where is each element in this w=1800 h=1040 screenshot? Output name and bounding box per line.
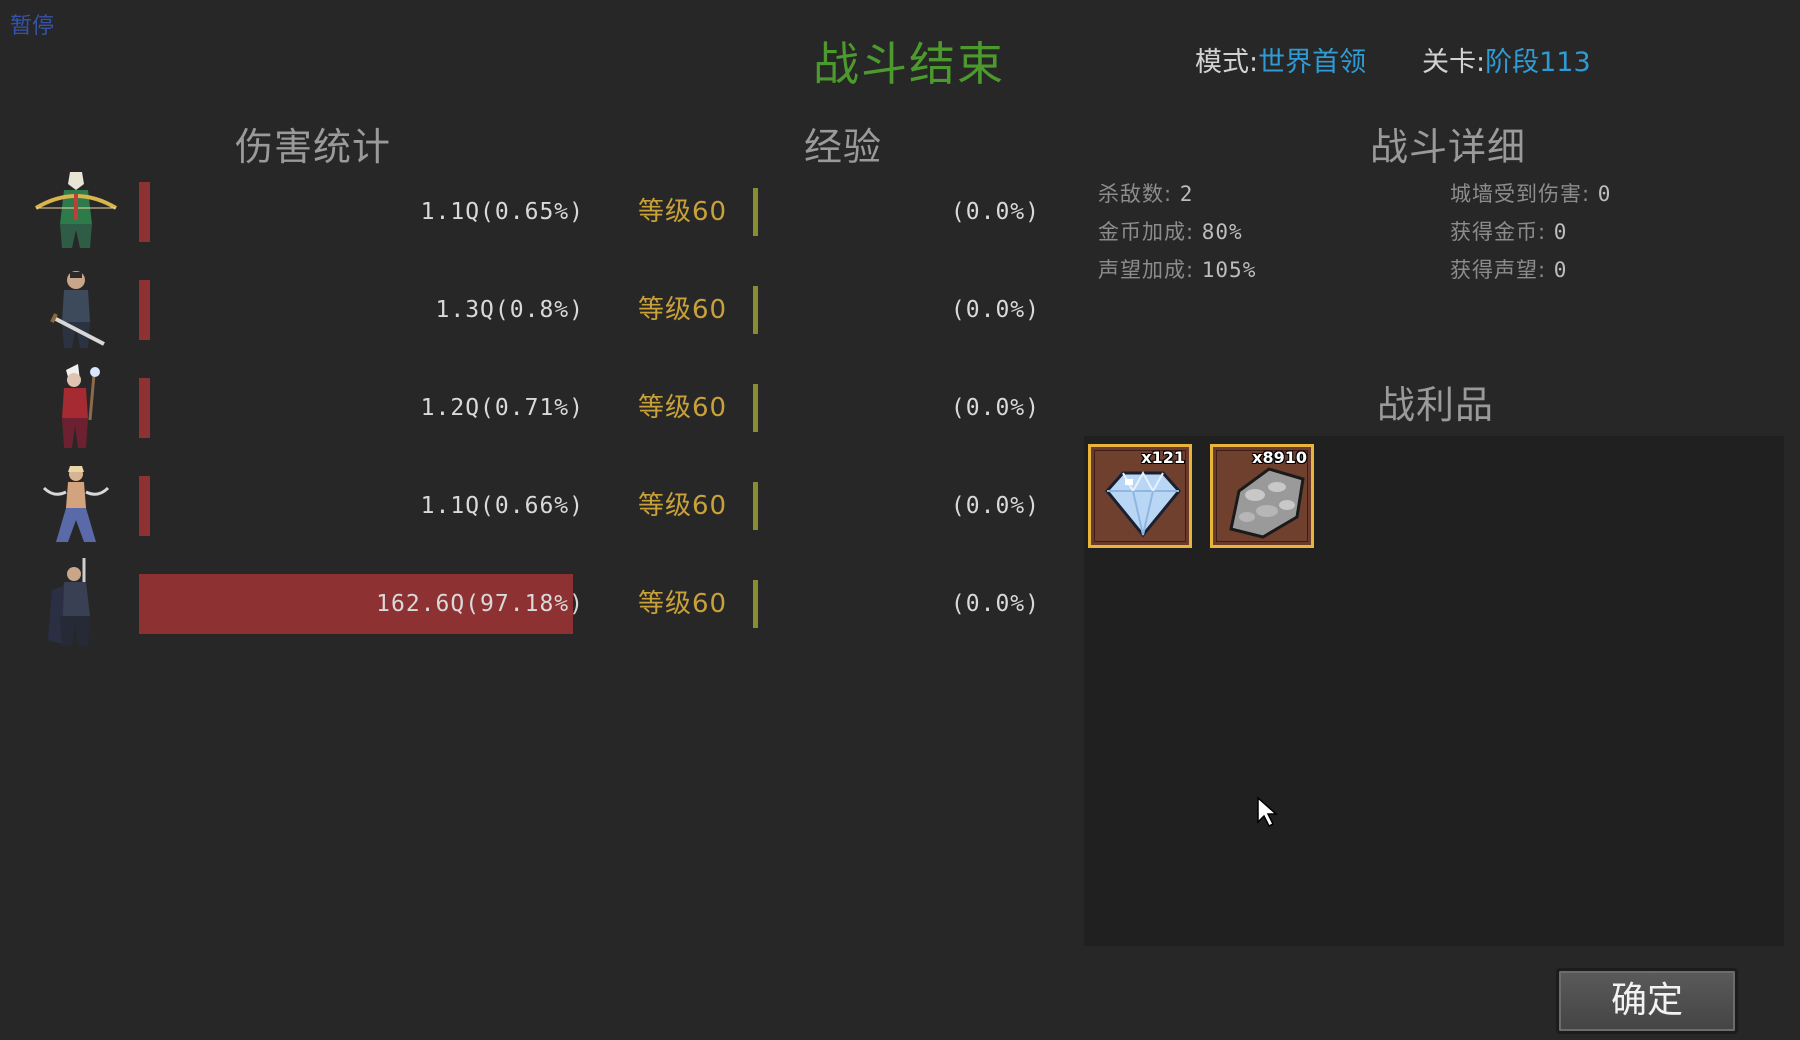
battle-details-header: 战斗详细: [1370, 125, 1527, 169]
damage-value: 1.3Q(0.8%): [435, 297, 584, 323]
hero-row: 162.6Q(97.18%) 等级60 (0.0%): [0, 552, 1060, 650]
gold-gained-label: 获得金币:: [1450, 220, 1547, 244]
damage-bar: 1.1Q(0.65%): [139, 182, 586, 242]
fame-bonus-label: 声望加成:: [1098, 258, 1195, 282]
exp-value: (0.0%): [950, 591, 1040, 617]
wall-damage-label: 城墙受到伤害:: [1450, 182, 1591, 206]
loot-count: x121: [1141, 448, 1185, 467]
loot-count: x8910: [1252, 448, 1307, 467]
damage-value: 1.2Q(0.71%): [420, 395, 584, 421]
kills-stat: 杀敌数: 2: [1098, 178, 1193, 208]
damage-bar-fill: [139, 182, 150, 242]
loot-header: 战利品: [1377, 383, 1495, 427]
hero-row: 1.3Q(0.8%) 等级60 (0.0%): [0, 258, 1060, 356]
exp-bar: [753, 286, 758, 334]
gold-gained-stat: 获得金币: 0: [1450, 216, 1567, 246]
fame-gained-label: 获得声望:: [1450, 258, 1547, 282]
exp-bar: [753, 580, 758, 628]
kills-label: 杀敌数:: [1098, 182, 1173, 206]
hero-row: 1.1Q(0.65%) 等级60 (0.0%): [0, 160, 1060, 258]
damage-bar: 162.6Q(97.18%): [139, 574, 586, 634]
exp-value: (0.0%): [950, 493, 1040, 519]
damage-value: 1.1Q(0.65%): [420, 199, 584, 225]
damage-bar: 1.2Q(0.71%): [139, 378, 586, 438]
hero-level: 等级60: [638, 491, 728, 521]
confirm-button[interactable]: 确定: [1556, 968, 1738, 1034]
pause-button[interactable]: 暂停: [10, 8, 54, 40]
damage-value: 162.6Q(97.18%): [376, 591, 584, 617]
gold-bonus-stat: 金币加成: 80%: [1098, 216, 1243, 246]
dancer-hero-icon: [30, 458, 122, 550]
damage-bar: 1.1Q(0.66%): [139, 476, 586, 536]
stage-label: 关卡:: [1422, 47, 1486, 78]
exp-value: (0.0%): [950, 199, 1040, 225]
gold-bonus-label: 金币加成:: [1098, 220, 1195, 244]
battle-end-title: 战斗结束: [813, 37, 1005, 91]
mode-label: 模式:: [1195, 47, 1259, 78]
hero-level: 等级60: [638, 589, 728, 619]
exp-value: (0.0%): [950, 395, 1040, 421]
damage-value: 1.1Q(0.66%): [420, 493, 584, 519]
kills-value: 2: [1179, 182, 1194, 206]
fame-bonus-stat: 声望加成: 105%: [1098, 254, 1256, 284]
hero-row: 1.2Q(0.71%) 等级60 (0.0%): [0, 356, 1060, 454]
hero-level: 等级60: [638, 393, 728, 423]
wall-damage-value: 0: [1597, 182, 1612, 206]
knight-hero-icon: [30, 556, 122, 648]
stage-info: 关卡:阶段113: [1422, 40, 1591, 79]
exp-value: (0.0%): [950, 297, 1040, 323]
swordsman-hero-icon: [30, 262, 122, 354]
damage-bar-fill: [139, 476, 150, 536]
mage-hero-icon: [30, 360, 122, 452]
gold-gained-value: 0: [1553, 220, 1568, 244]
damage-bar-fill: [139, 280, 150, 340]
exp-bar: [753, 384, 758, 432]
mouse-cursor-icon: [1256, 796, 1278, 832]
damage-bar: 1.3Q(0.8%): [139, 280, 586, 340]
loot-slot[interactable]: x8910: [1210, 444, 1314, 548]
hero-level: 等级60: [638, 197, 728, 227]
hero-row: 1.1Q(0.66%) 等级60 (0.0%): [0, 454, 1060, 552]
stage-value: 阶段113: [1485, 47, 1591, 78]
mode-value: 世界首领: [1258, 47, 1367, 78]
mode-info: 模式:世界首领: [1195, 40, 1366, 79]
archer-hero-icon: [30, 164, 122, 256]
hero-level: 等级60: [638, 295, 728, 325]
wall-damage-stat: 城墙受到伤害: 0: [1450, 178, 1611, 208]
exp-bar: [753, 482, 758, 530]
loot-panel: x121 x8910: [1084, 436, 1784, 946]
fame-bonus-value: 105%: [1201, 258, 1257, 282]
fame-gained-stat: 获得声望: 0: [1450, 254, 1567, 284]
damage-bar-fill: [139, 378, 150, 438]
battle-result-screen: 暂停 战斗结束 模式:世界首领 关卡:阶段113 伤害统计 经验 战斗详细 战利…: [0, 0, 1800, 1040]
exp-bar: [753, 188, 758, 236]
fame-gained-value: 0: [1553, 258, 1568, 282]
loot-slot[interactable]: x121: [1088, 444, 1192, 548]
gold-bonus-value: 80%: [1201, 220, 1243, 244]
